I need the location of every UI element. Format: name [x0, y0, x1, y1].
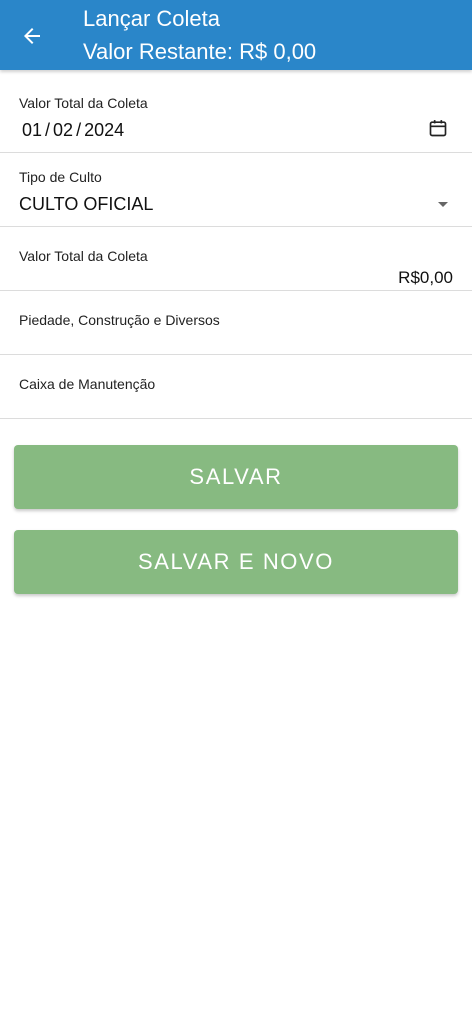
- culto-field-label: Tipo de Culto: [19, 169, 102, 185]
- remaining-value: Valor Restante: R$ 0,00: [83, 39, 317, 64]
- date-field-label: Valor Total da Coleta: [19, 95, 148, 111]
- culto-select[interactable]: Tipo de Culto CULTO OFICIAL: [0, 153, 472, 227]
- total-value-input[interactable]: R$0,00: [398, 267, 453, 289]
- calendar-icon[interactable]: [428, 118, 448, 138]
- total-value-field[interactable]: Valor Total da Coleta R$0,00: [0, 227, 472, 291]
- date-month[interactable]: 02: [53, 119, 73, 141]
- date-input[interactable]: 01/02/2024: [22, 119, 124, 141]
- caixa-field-label: Caixa de Manutenção: [19, 376, 156, 392]
- app-bar: Lançar Coleta Valor Restante: R$ 0,00: [0, 0, 472, 70]
- date-day[interactable]: 01: [22, 119, 42, 141]
- arrow-left-icon: [24, 28, 40, 44]
- date-separator: /: [45, 120, 51, 140]
- date-separator: /: [76, 120, 82, 140]
- piedade-field[interactable]: Piedade, Construção e Diversos: [0, 291, 472, 355]
- dropdown-arrow-icon[interactable]: [438, 202, 448, 207]
- save-button[interactable]: SALVAR: [14, 445, 458, 509]
- date-year[interactable]: 2024: [84, 119, 124, 141]
- caixa-field[interactable]: Caixa de Manutenção: [0, 355, 472, 419]
- save-and-new-button[interactable]: SALVAR E NOVO: [14, 530, 458, 594]
- page-title: Lançar Coleta: [83, 6, 220, 31]
- date-field[interactable]: Valor Total da Coleta 01/02/2024: [0, 82, 472, 153]
- back-button[interactable]: [14, 18, 50, 54]
- piedade-field-label: Piedade, Construção e Diversos: [19, 312, 220, 328]
- total-field-label: Valor Total da Coleta: [19, 248, 148, 264]
- culto-selected-value[interactable]: CULTO OFICIAL: [19, 193, 153, 215]
